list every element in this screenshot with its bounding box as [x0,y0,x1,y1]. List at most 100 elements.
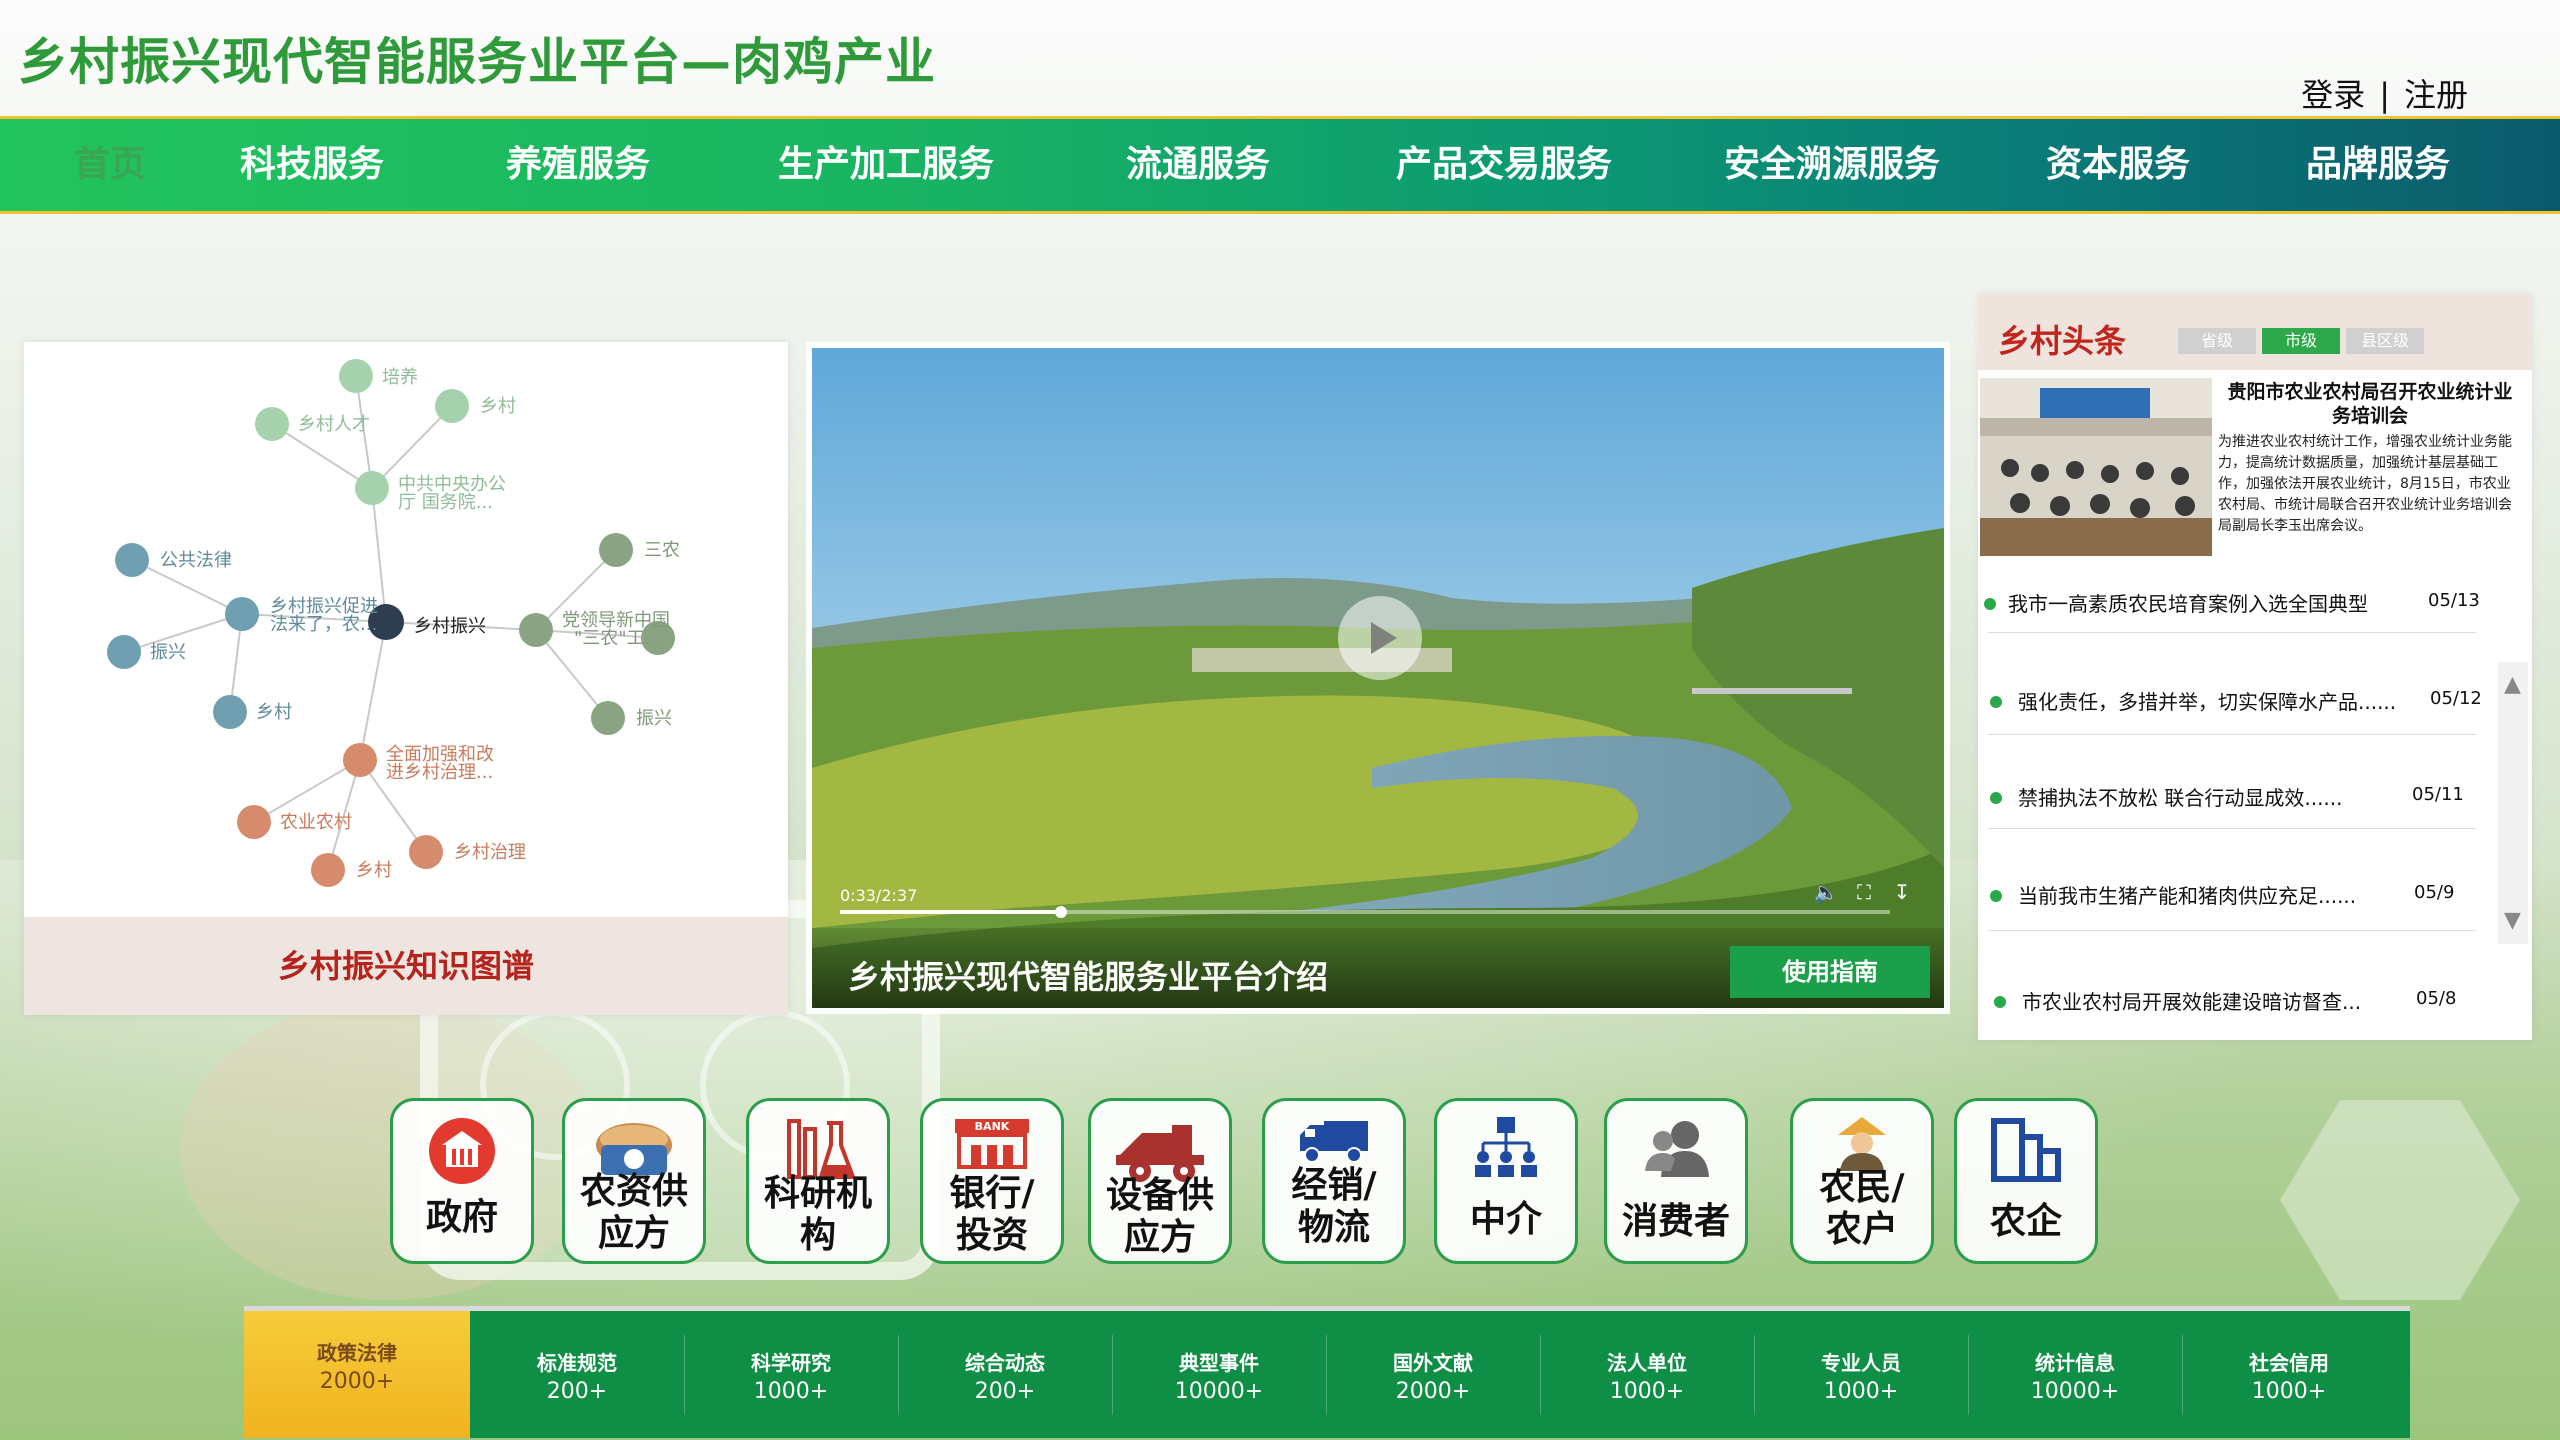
news-item[interactable]: 强化责任，多措并举，切实保障水产品...... 05/12 [1978,680,2532,720]
nav-trade-service[interactable]: 产品交易服务 [1396,119,1612,211]
news-item-date: 05/8 [2416,988,2457,1009]
stat-research[interactable]: 科学研究 1000+ [684,1311,898,1438]
featured-news-photo[interactable] [1980,378,2212,556]
graph-label: 乡村 [356,860,392,881]
graph-node[interactable] [107,635,141,669]
stat-foreign-literature[interactable]: 国外文献 2000+ [1326,1311,1540,1438]
nav-breeding-service[interactable]: 养殖服务 [506,119,650,211]
stat-social-credit[interactable]: 社会信用 1000+ [2182,1311,2396,1438]
stat-label: 综合动态 [965,1351,1045,1375]
graph-node[interactable] [225,597,259,631]
graph-node[interactable] [409,835,443,869]
category-label: 应方 [1123,1217,1196,1258]
category-input-supplier-button[interactable]: 农资供 应方 [562,1098,706,1264]
graph-node[interactable] [599,533,633,567]
knowledge-graph[interactable]: 培养 乡村 乡村人才 中共中央办公 厅 国务院... 公共法律 乡村振兴促进 法… [24,342,788,917]
video-progress-fill [840,910,1061,914]
stat-label: 国外文献 [1393,1351,1473,1375]
category-enterprise-button[interactable]: 农企 [1954,1098,2098,1264]
stat-value: 200+ [546,1379,608,1404]
graph-node[interactable] [435,389,469,423]
video-progress-bar[interactable] [840,906,1890,918]
news-item[interactable]: 市农业农村局开展效能建设暗访督查... 05/8 [1978,980,2532,1020]
category-bank-button[interactable]: BANK 银行/ 投资 [920,1098,1064,1264]
nav-processing-service[interactable]: 生产加工服务 [778,119,994,211]
graph-node[interactable] [355,471,389,505]
news-item-date: 05/11 [2412,784,2464,805]
nav-logistics-service[interactable]: 流通服务 [1126,119,1270,211]
tab-county[interactable]: 县区级 [2346,328,2424,354]
stat-label: 典型事件 [1179,1351,1259,1375]
org-chart-icon [1475,1117,1537,1177]
category-research-button[interactable]: 科研机 构 [746,1098,890,1264]
category-intermediary-button[interactable]: 中介 [1434,1098,1578,1264]
category-government-button[interactable]: 政府 [390,1098,534,1264]
graph-node[interactable] [591,701,625,735]
graph-node[interactable] [343,743,377,777]
volume-icon[interactable]: 🔈 [1812,878,1840,906]
graph-label: 乡村 [480,396,516,417]
news-title: 乡村头条 [1998,322,2127,360]
graph-node[interactable] [311,853,345,887]
stat-label: 政策法律 [317,1341,397,1365]
category-farmer-button[interactable]: 农民/ 农户 [1790,1098,1934,1264]
truck-icon [1300,1121,1368,1163]
stat-legal-entities[interactable]: 法人单位 1000+ [1540,1311,1754,1438]
category-label: 农企 [1989,1201,2062,1242]
nav-tech-service[interactable]: 科技服务 [240,119,384,211]
video-progress-knob[interactable] [1054,906,1067,918]
news-scrollbar[interactable]: ▲ ▼ [2498,662,2528,944]
auth-links: 登录 | 注册 [2301,70,2468,116]
graph-node[interactable] [339,359,373,393]
graph-label: 公共法律 [160,550,232,571]
download-icon[interactable]: ↧ [1888,878,1916,906]
intro-video-player[interactable]: 0:33/2:37 🔈 ⛶ ↧ 乡村振兴现代智能服务业平台介绍 使用指南 [812,348,1944,1008]
stat-news-dynamics[interactable]: 综合动态 200+ [898,1311,1112,1438]
video-time: 0:33/2:37 [840,886,918,905]
scroll-down-icon[interactable]: ▼ [2504,908,2521,933]
video-title: 乡村振兴现代智能服务业平台介绍 [848,958,1329,996]
category-logistics-button[interactable]: 经销/ 物流 [1262,1098,1406,1264]
scroll-up-icon[interactable]: ▲ [2504,672,2521,697]
register-link[interactable]: 注册 [2404,76,2468,114]
stat-professionals[interactable]: 专业人员 1000+ [1754,1311,1968,1438]
category-label: 经销/ [1291,1165,1377,1206]
stat-statistics[interactable]: 统计信息 10000+ [1968,1311,2182,1438]
stat-value: 10000+ [2030,1379,2120,1404]
play-icon[interactable] [1338,596,1422,680]
enterprise-icon [1991,1118,2061,1182]
nav-brand-service[interactable]: 品牌服务 [2306,119,2450,211]
news-item[interactable]: 当前我市生猪产能和猪肉供应充足...... 05/9 [1978,874,2532,914]
nav-home[interactable]: 首页 [74,119,146,211]
nav-capital-service[interactable]: 资本服务 [2046,119,2190,211]
fullscreen-icon[interactable]: ⛶ [1850,878,1878,906]
stat-standards[interactable]: 标准规范 200+ [470,1311,684,1438]
news-item[interactable]: 禁捕执法不放松 联合行动显成效...... 05/11 [1978,776,2532,816]
stat-typical-events[interactable]: 典型事件 10000+ [1112,1311,1326,1438]
graph-label: 三农 [644,540,680,561]
category-label: 消费者 [1621,1201,1730,1242]
category-label: 农资供 [579,1171,688,1212]
graph-node[interactable] [115,543,149,577]
user-guide-button[interactable]: 使用指南 [1730,946,1930,998]
graph-label: 振兴 [636,708,672,729]
nav-traceability-service[interactable]: 安全溯源服务 [1724,119,1940,211]
category-equipment-button[interactable]: 设备供 应方 [1088,1098,1232,1264]
graph-label: 振兴 [150,642,186,663]
news-item[interactable]: 我市一高素质农民培育案例入选全国典型 05/13 [1978,582,2532,622]
divider [1988,930,2476,931]
main-nav: 首页 科技服务 养殖服务 生产加工服务 流通服务 产品交易服务 安全溯源服务 资… [0,116,2560,214]
category-consumer-button[interactable]: 消费者 [1604,1098,1748,1264]
graph-node[interactable] [255,407,289,441]
graph-node[interactable] [237,805,271,839]
news-bullet-icon [1990,792,2002,804]
stat-value: 2000+ [319,1369,395,1394]
login-link[interactable]: 登录 [2301,76,2365,114]
graph-node[interactable] [213,695,247,729]
featured-news-title[interactable]: 贵阳市农业农村局召开农业统计业务培训会 [2220,380,2520,428]
tab-city[interactable]: 市级 [2262,328,2340,354]
stat-policy-law[interactable]: 政策法律 2000+ [244,1311,470,1438]
tab-province[interactable]: 省级 [2178,328,2256,354]
graph-node[interactable] [519,613,553,647]
knowledge-graph-caption[interactable]: 乡村振兴知识图谱 [24,917,788,1015]
